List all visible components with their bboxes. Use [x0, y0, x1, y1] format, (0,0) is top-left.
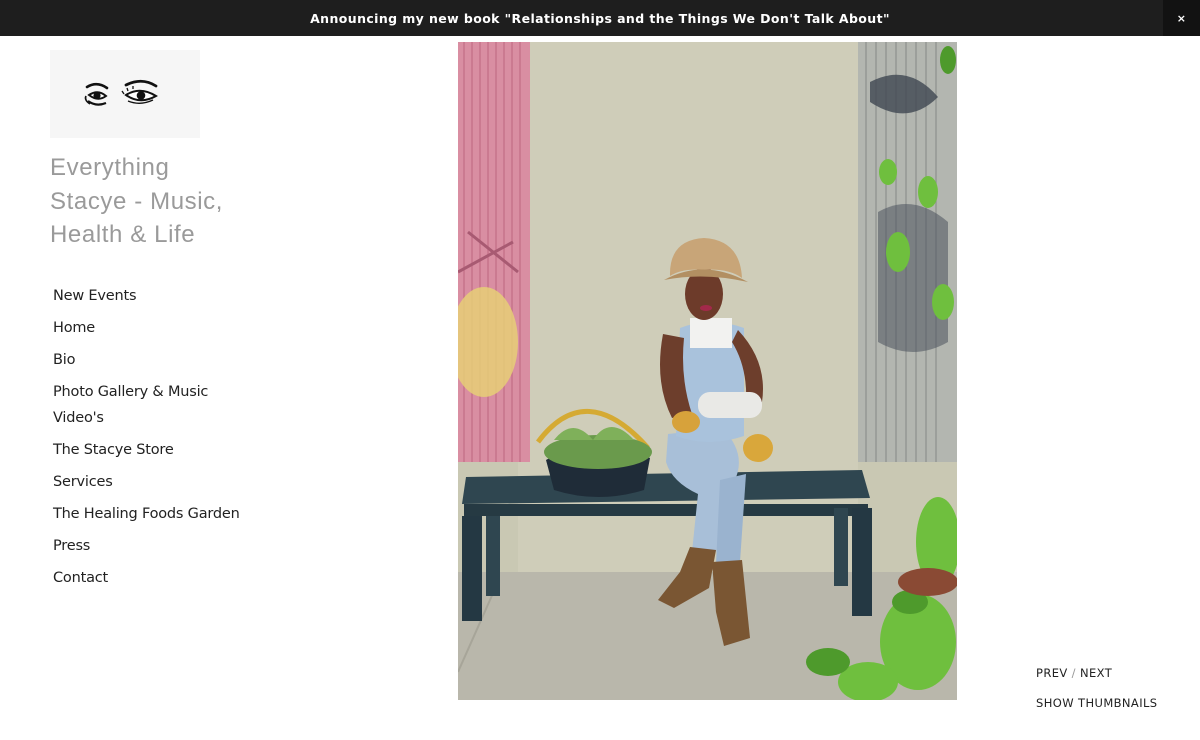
site-title[interactable]: Everything Stacye - Music, Health & Life [50, 151, 250, 252]
next-link[interactable]: NEXT [1080, 666, 1112, 680]
pager-separator: / [1071, 666, 1076, 680]
nav-item-home[interactable]: Home [53, 316, 243, 342]
eyes-logo-icon [84, 79, 158, 106]
announcement-text[interactable]: Announcing my new book "Relationships an… [310, 11, 890, 26]
main-navigation: New Events Home Bio Photo Gallery & Musi… [53, 284, 243, 598]
gallery-pager: PREV / NEXT [1036, 666, 1112, 680]
nav-item-store[interactable]: The Stacye Store [53, 438, 243, 464]
woman-on-bench-photo [458, 42, 957, 700]
site-logo[interactable] [50, 50, 200, 138]
nav-item-bio[interactable]: Bio [53, 348, 243, 374]
show-thumbnails-link[interactable]: SHOW THUMBNAILS [1036, 696, 1158, 710]
nav-item-services[interactable]: Services [53, 470, 243, 496]
nav-item-photo-gallery[interactable]: Photo Gallery & Music Video's [53, 380, 243, 431]
announcement-bar[interactable]: Announcing my new book "Relationships an… [0, 0, 1200, 36]
nav-item-new-events[interactable]: New Events [53, 284, 243, 310]
nav-item-contact[interactable]: Contact [53, 566, 243, 592]
nav-item-healing-foods-garden[interactable]: The Healing Foods Garden [53, 502, 243, 528]
gallery-photo[interactable] [458, 42, 957, 700]
nav-item-press[interactable]: Press [53, 534, 243, 560]
prev-link[interactable]: PREV [1036, 666, 1068, 680]
close-icon[interactable]: × [1163, 0, 1200, 36]
